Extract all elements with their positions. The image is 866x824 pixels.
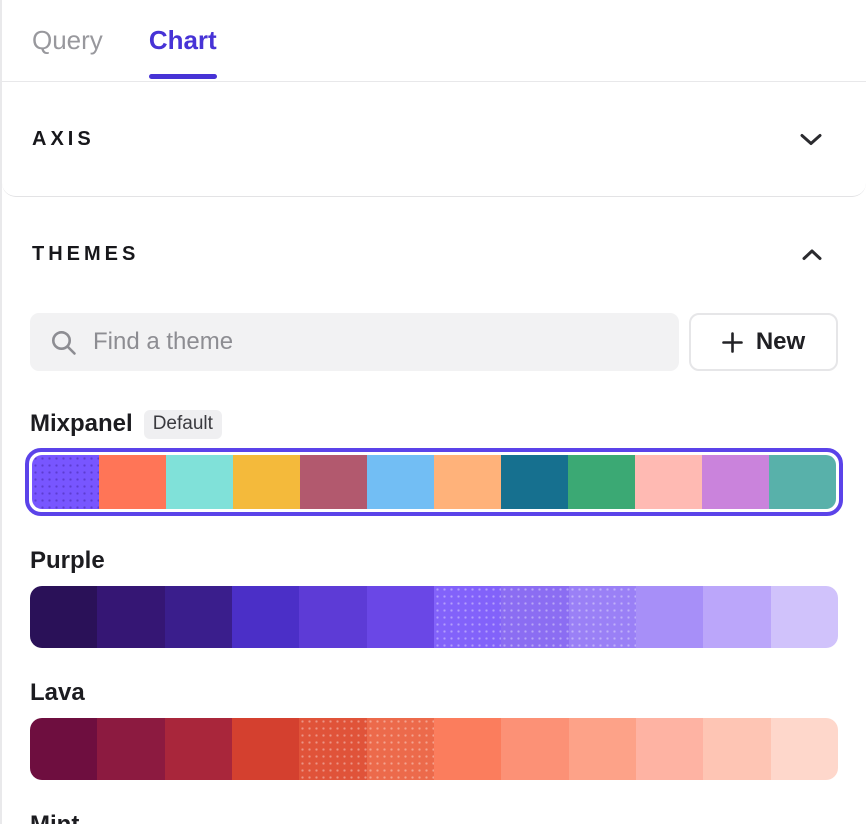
color-swatch bbox=[702, 455, 769, 509]
color-swatch bbox=[233, 455, 300, 509]
search-icon bbox=[50, 329, 77, 356]
color-swatch bbox=[501, 718, 568, 780]
color-swatch bbox=[32, 455, 99, 509]
selected-theme-ring bbox=[25, 448, 843, 516]
color-swatch bbox=[568, 455, 635, 509]
color-swatch bbox=[501, 455, 568, 509]
color-swatch bbox=[166, 455, 233, 509]
color-swatch bbox=[703, 586, 770, 648]
theme-name: Mint bbox=[30, 810, 79, 824]
theme-search-box[interactable] bbox=[30, 313, 679, 371]
theme-name: Lava bbox=[30, 678, 85, 708]
color-swatch bbox=[501, 586, 568, 648]
color-swatch bbox=[434, 455, 501, 509]
theme-name: Mixpanel bbox=[30, 409, 133, 439]
axis-section[interactable]: AXIS bbox=[2, 82, 866, 197]
color-swatch bbox=[299, 586, 366, 648]
theme-swatch-row bbox=[30, 586, 838, 648]
color-swatch bbox=[232, 718, 299, 780]
plus-icon bbox=[722, 332, 743, 353]
tab-chart[interactable]: Chart bbox=[149, 0, 217, 81]
chart-settings-panel: Query Chart AXIS THEMES bbox=[0, 0, 866, 824]
color-swatch bbox=[771, 586, 838, 648]
color-swatch bbox=[97, 718, 164, 780]
theme-item-purple[interactable]: Purple bbox=[30, 546, 838, 648]
theme-toolbar: New bbox=[30, 313, 838, 371]
color-swatch bbox=[769, 455, 836, 509]
color-swatch bbox=[232, 586, 299, 648]
theme-label-row: Mint bbox=[30, 810, 838, 824]
color-swatch bbox=[703, 718, 770, 780]
tab-bar: Query Chart bbox=[2, 0, 866, 82]
color-swatch bbox=[636, 718, 703, 780]
chevron-up-icon[interactable] bbox=[802, 249, 822, 261]
themes-section: THEMES New MixpanelDef bbox=[2, 197, 866, 824]
color-swatch bbox=[636, 586, 703, 648]
themes-section-header[interactable]: THEMES bbox=[30, 243, 838, 266]
chevron-down-icon[interactable] bbox=[800, 133, 822, 146]
color-swatch bbox=[367, 455, 434, 509]
color-swatch bbox=[434, 586, 501, 648]
color-swatch bbox=[434, 718, 501, 780]
themes-section-title: THEMES bbox=[32, 243, 139, 266]
color-swatch bbox=[771, 718, 838, 780]
theme-label-row: Purple bbox=[30, 546, 838, 576]
theme-label-row: Mixpanel Default bbox=[30, 409, 838, 439]
color-swatch bbox=[635, 455, 702, 509]
theme-list: Mixpanel Default Purple Lava Mint bbox=[30, 409, 838, 824]
theme-label-row: Lava bbox=[30, 678, 838, 708]
color-swatch bbox=[299, 718, 366, 780]
color-swatch bbox=[367, 718, 434, 780]
color-swatch bbox=[569, 718, 636, 780]
search-input[interactable] bbox=[93, 328, 679, 356]
color-swatch bbox=[569, 586, 636, 648]
default-badge: Default bbox=[144, 410, 222, 439]
tab-query[interactable]: Query bbox=[32, 0, 103, 81]
theme-item-lava[interactable]: Lava bbox=[30, 678, 838, 780]
new-button-label: New bbox=[756, 328, 805, 356]
theme-item-mint[interactable]: Mint bbox=[30, 810, 838, 824]
tab-chart-label: Chart bbox=[149, 25, 217, 56]
theme-name: Purple bbox=[30, 546, 105, 576]
color-swatch bbox=[30, 586, 97, 648]
color-swatch bbox=[30, 718, 97, 780]
theme-swatch-row bbox=[32, 455, 836, 509]
theme-swatch-row bbox=[30, 718, 838, 780]
color-swatch bbox=[300, 455, 367, 509]
axis-section-title: AXIS bbox=[32, 128, 95, 151]
color-swatch bbox=[97, 586, 164, 648]
new-theme-button[interactable]: New bbox=[689, 313, 838, 371]
theme-item-mixpanel[interactable]: Mixpanel Default bbox=[30, 409, 838, 516]
color-swatch bbox=[99, 455, 166, 509]
color-swatch bbox=[165, 718, 232, 780]
active-tab-underline bbox=[149, 74, 217, 79]
color-swatch bbox=[165, 586, 232, 648]
color-swatch bbox=[367, 586, 434, 648]
